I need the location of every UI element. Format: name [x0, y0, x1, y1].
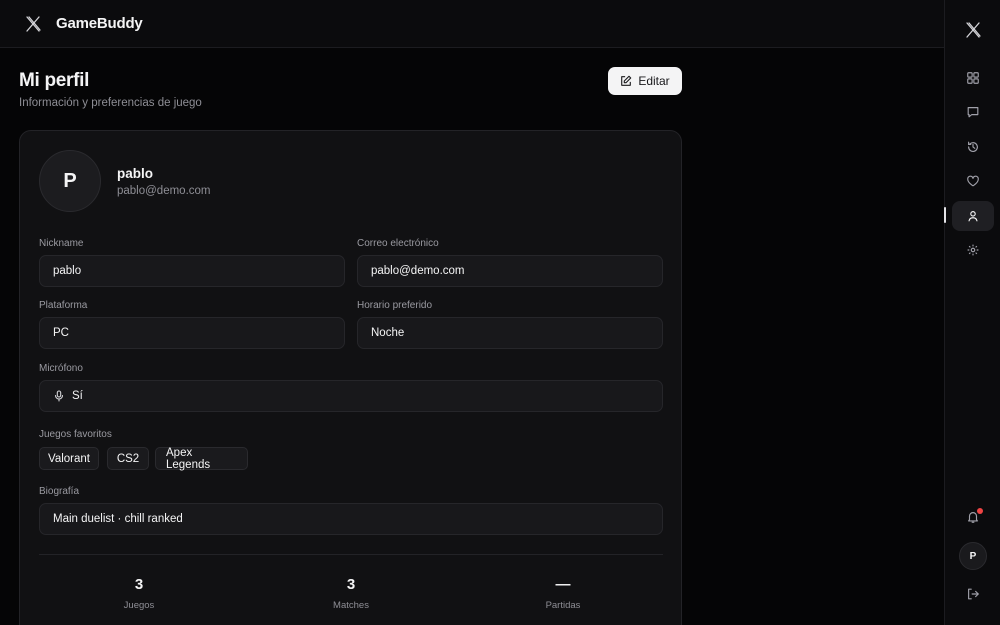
game-tag: Apex Legends: [155, 447, 248, 471]
heart-icon: [967, 175, 979, 187]
email-field[interactable]: pablo@demo.com: [357, 255, 663, 287]
stat-label: Juegos: [123, 600, 155, 611]
logout-button[interactable]: [952, 579, 994, 609]
profile-avatar: P: [39, 150, 101, 212]
microphone-value: Sí: [72, 390, 83, 402]
stat-value: 3: [134, 576, 144, 593]
notifications-button[interactable]: [952, 502, 994, 532]
chat-icon: [967, 107, 979, 118]
stat-value: 3: [346, 576, 356, 593]
profile-email: pablo@demo.com: [117, 185, 211, 197]
bio-label: Biografía: [39, 486, 80, 497]
stat-partidas: — Partidas: [503, 576, 623, 611]
platform-label: Plataforma: [39, 300, 88, 311]
rail-item-favorites[interactable]: [952, 166, 994, 196]
x-logo-icon[interactable]: [964, 21, 982, 39]
platform-field[interactable]: PC: [39, 317, 345, 349]
bio-value: Main duelist · chill ranked: [53, 513, 183, 525]
settings-icon: [967, 244, 979, 256]
nickname-label: Nickname: [39, 238, 84, 249]
x-logo-icon[interactable]: [24, 15, 42, 33]
edit-button[interactable]: Editar: [608, 67, 682, 95]
app-root: GameBuddy P Mi perfil Información y pref…: [0, 0, 1000, 625]
stat-matches: 3 Matches: [291, 576, 411, 611]
active-indicator: [944, 207, 946, 223]
history-icon: [968, 141, 978, 152]
stat-games: 3 Juegos: [79, 576, 199, 611]
microphone-field[interactable]: Sí: [39, 380, 663, 412]
logout-icon: [968, 588, 979, 600]
stat-value: —: [555, 576, 571, 593]
schedule-value: Noche: [371, 327, 405, 339]
bio-field[interactable]: Main duelist · chill ranked: [39, 503, 663, 535]
rail-item-settings[interactable]: [952, 235, 994, 265]
edit-button-label: Editar: [638, 74, 670, 88]
divider: [39, 554, 663, 555]
favorite-games-label: Juegos favoritos: [39, 429, 112, 440]
right-rail: P: [944, 0, 1000, 625]
profile-card: P pablo pablo@demo.com Nickname pablo Co…: [19, 130, 682, 625]
stat-label: Matches: [333, 600, 369, 611]
microphone-label: Micrófono: [39, 363, 83, 374]
top-bar: GameBuddy: [0, 0, 944, 48]
rail-item-dashboard[interactable]: [952, 63, 994, 93]
profile-name: pablo: [117, 166, 153, 181]
avatar[interactable]: P: [959, 542, 987, 570]
nickname-value: pablo: [53, 265, 82, 277]
game-tag: CS2: [107, 447, 149, 470]
schedule-label: Horario preferido: [357, 300, 433, 311]
rail-item-history[interactable]: [952, 132, 994, 162]
user-icon: [968, 211, 978, 222]
page-title: Mi perfil: [19, 70, 90, 91]
rail-item-profile[interactable]: [952, 201, 994, 231]
nickname-field[interactable]: pablo: [39, 255, 345, 287]
page-subtitle: Información y preferencias de juego: [19, 97, 202, 109]
brand-name[interactable]: GameBuddy: [56, 15, 143, 32]
platform-value: PC: [53, 327, 69, 339]
rail-item-chat[interactable]: [952, 97, 994, 127]
notification-dot: [977, 508, 983, 514]
dashboard-icon: [967, 72, 979, 84]
microphone-icon: [54, 390, 64, 402]
edit-icon: [621, 75, 632, 86]
stat-label: Partidas: [545, 600, 581, 611]
schedule-field[interactable]: Noche: [357, 317, 663, 349]
game-tag: Valorant: [39, 447, 99, 470]
email-label: Correo electrónico: [357, 238, 439, 249]
email-value: pablo@demo.com: [371, 265, 465, 277]
